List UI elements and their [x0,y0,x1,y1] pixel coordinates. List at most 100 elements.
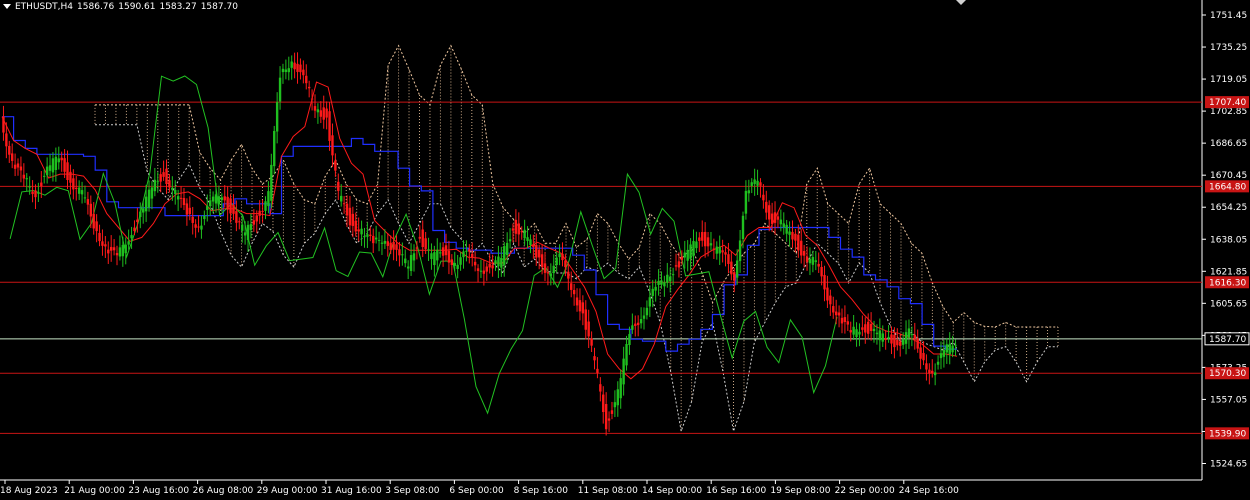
candle-body [22,174,26,179]
candle-body [153,179,157,192]
candle-body [115,253,119,256]
candle-body [593,356,596,361]
candle-body [628,334,631,346]
candle-body [447,250,451,263]
candle-body [124,244,127,254]
candle-body [188,207,191,215]
candle-body [415,247,419,249]
candle-body [305,75,308,84]
price-chart[interactable]: 1751.45 1735.25 1719.05 1702.85 1686.65 1670.… [0,0,1250,500]
candle-body [526,237,529,241]
chart-shift-marker-icon[interactable] [956,0,966,5]
chart-area[interactable]: 1751.45 1735.25 1719.05 1702.85 1686.65 1670.… [0,0,1250,500]
candle-body [293,62,296,70]
candle-body [229,198,232,214]
x-tick-label: 19 Sep 08:00 [770,486,830,496]
candle-body [246,224,250,241]
candle-body [366,234,369,237]
candle-body [264,201,267,211]
candle-body [500,257,503,268]
candle-body [377,239,381,241]
candle-body [290,61,293,68]
candle-body [724,252,727,255]
close-value: 1587.70 [200,2,238,12]
candle-body [616,389,620,406]
candle-body [60,157,63,161]
candle-body [130,235,133,239]
candle-body [604,404,608,430]
candle-body [243,232,247,236]
candle-body [715,246,718,254]
candle-body [412,253,416,261]
candle-body [733,272,736,281]
candle-body [438,252,442,254]
candle-body [48,165,52,171]
candle-body [144,196,148,212]
candle-body [491,265,494,269]
candle-body [913,334,916,339]
candle-body [765,201,768,213]
candle-body [782,223,785,228]
candle-body [508,239,512,242]
candle-body [817,263,820,267]
level-price-label: 1664.80 [1209,182,1246,192]
open-value: 1586.76 [77,2,115,12]
candle-body [133,227,136,232]
candle-body [436,249,439,261]
candle-body [238,221,241,223]
candle-body [331,135,334,156]
candle-body [922,352,925,361]
x-tick-label: 29 Aug 00:00 [257,486,318,496]
candle-body [820,266,823,277]
current-price-label: 1587.70 [1209,335,1246,345]
candle-body [200,225,203,230]
candle-body [837,312,841,316]
candle-body [759,182,762,186]
candle-body [363,236,366,238]
candle-body [919,347,922,359]
candle-body [275,102,279,132]
candle-body [386,241,389,246]
candle-body [316,109,320,113]
candle-body [92,213,95,229]
candle-body [252,220,256,225]
candle-body [328,111,331,141]
candle-body [951,345,954,353]
candle-body [811,257,815,265]
candle-body [701,232,704,241]
candle-body [805,256,809,262]
candle-body [37,192,40,194]
candle-body [730,261,733,275]
candle-body [794,233,797,241]
candle-body [514,219,518,234]
candle-body [339,195,343,202]
candle-body [214,194,218,204]
candle-body [639,319,643,324]
candle-body [322,107,325,120]
candle-body [136,219,139,223]
candle-body [540,254,544,267]
candle-body [683,252,686,258]
candle-body [191,216,194,223]
candle-body [179,197,183,199]
candle-body [721,250,724,253]
candle-body [779,219,783,225]
candle-body [156,181,159,183]
x-tick-label: 31 Aug 16:00 [321,486,382,496]
candle-body [625,344,628,366]
candle-body [398,249,401,256]
candle-body [645,307,649,316]
candle-body [753,179,756,185]
y-tick-label: 1735.25 [1210,43,1247,53]
candle-body [392,242,395,250]
y-tick-label: 1686.65 [1210,139,1247,149]
candle-body [16,163,20,168]
dropdown-triangle-icon[interactable] [3,4,11,9]
y-tick-label: 1605.65 [1210,299,1247,309]
candle-body [750,182,753,187]
candle-body [849,330,852,333]
candle-body [418,236,422,239]
candle-body [858,331,861,335]
candle-body [648,297,652,307]
x-tick-label: 24 Sep 16:00 [899,486,959,496]
